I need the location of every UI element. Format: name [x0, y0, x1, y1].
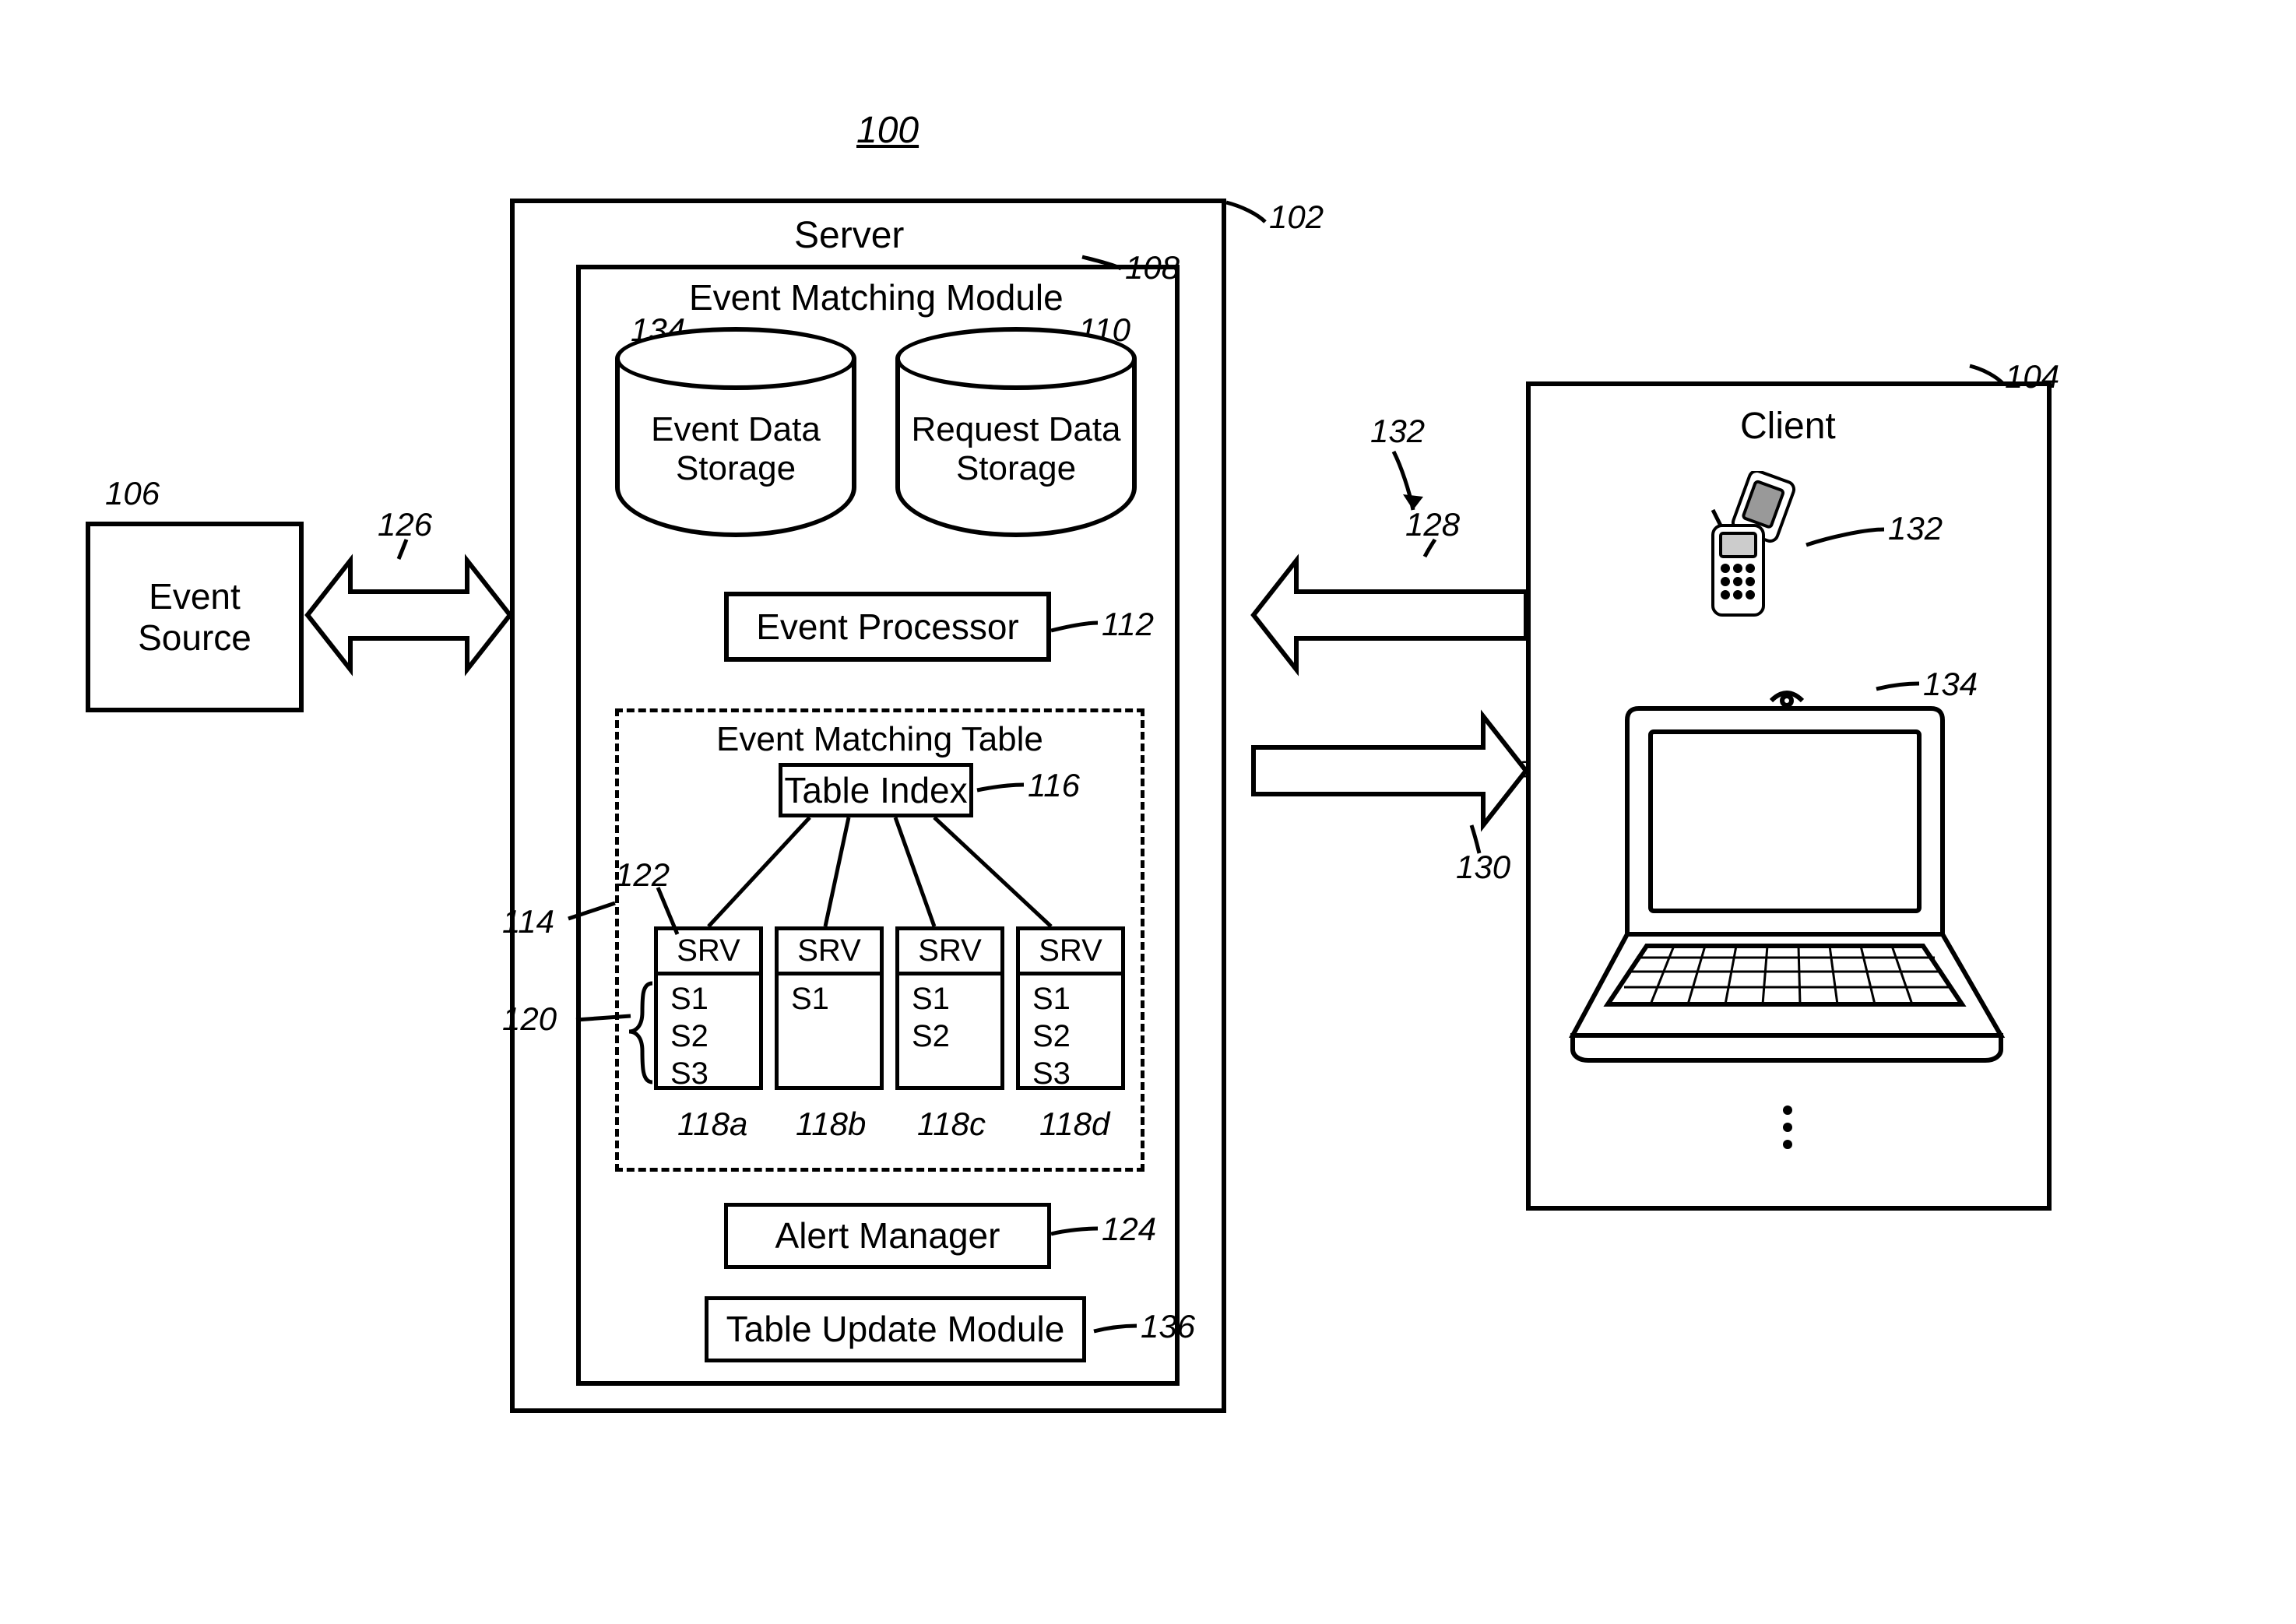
ref-112: 112	[1102, 606, 1154, 643]
ref-120: 120	[502, 1000, 557, 1038]
ref-118a: 118a	[677, 1106, 747, 1143]
emt-title: Event Matching Table	[716, 720, 1043, 759]
ref-116: 116	[1028, 767, 1080, 804]
srv-b-sub1: S1	[791, 980, 880, 1018]
ref-100: 100	[856, 109, 919, 152]
ellipsis-dots	[1783, 1098, 1792, 1157]
laptop-icon	[1565, 677, 2009, 1067]
srv-body-a: S1 S2 S3	[658, 975, 759, 1097]
srv-head-b: SRV	[779, 930, 880, 975]
srv-body-c: S1 S2	[899, 975, 1000, 1060]
srv-block-b: SRV S1	[775, 926, 884, 1090]
srv-block-a: SRV S1 S2 S3	[654, 926, 763, 1090]
ref-102-leader	[1226, 202, 1265, 222]
srv-d-sub1: S1	[1032, 980, 1121, 1018]
ref-laptop-134: 134	[1923, 666, 1978, 703]
ref-108: 108	[1125, 249, 1180, 286]
srv-a-sub1: S1	[670, 980, 759, 1018]
ref-102: 102	[1269, 199, 1324, 236]
ref-104: 104	[2005, 358, 2059, 395]
request-data-storage-cylinder: Request Data Storage	[895, 327, 1137, 537]
event-notification-label: Event Notification	[1269, 596, 1511, 631]
ref-124: 124	[1102, 1211, 1156, 1248]
table-index-label: Table Index	[784, 770, 967, 811]
server-title: Server	[794, 214, 904, 257]
srv-a-sub2: S2	[670, 1018, 759, 1055]
srv-d-sub3: S3	[1032, 1055, 1121, 1092]
event-source-label: Event Source	[138, 576, 251, 659]
diagram-canvas: 100 Event Source 106	[0, 0, 2296, 1624]
srv-a-sub3: S3	[670, 1055, 759, 1092]
event-data-storage-cylinder: Event Data Storage	[615, 327, 856, 537]
srv-body-b: S1	[779, 975, 880, 1022]
ref-132-callout-arrow	[1394, 452, 1423, 510]
ref-126: 126	[378, 506, 432, 543]
phone-icon	[1697, 471, 1798, 627]
ref-118b: 118b	[796, 1106, 866, 1143]
emm-title: Event Matching Module	[689, 276, 1064, 318]
ref-114: 114	[502, 903, 554, 940]
srv-body-d: S1 S2 S3	[1020, 975, 1121, 1097]
event-data-label: Event Data	[315, 596, 502, 633]
ref-130: 130	[1456, 849, 1510, 886]
alert-manager-label: Alert Manager	[775, 1215, 1000, 1257]
ref-132-callout: 132	[1370, 413, 1425, 450]
ref-122: 122	[615, 856, 670, 894]
ref-106: 106	[105, 475, 160, 512]
event-source-box: Event Source	[86, 522, 304, 712]
ref-phone-132: 132	[1888, 510, 1943, 547]
srv-head-d: SRV	[1020, 930, 1121, 975]
ref-104-leader	[1970, 366, 2002, 383]
table-index-box: Table Index	[779, 763, 973, 817]
srv-head-c: SRV	[899, 930, 1000, 975]
srv-d-sub2: S2	[1032, 1018, 1121, 1055]
srv-c-sub1: S1	[912, 980, 1000, 1018]
table-update-module-label: Table Update Module	[726, 1309, 1065, 1350]
ref-118d: 118d	[1039, 1106, 1109, 1143]
event-processor-label: Event Processor	[756, 606, 1018, 648]
event-data-storage-label: Event Data Storage	[651, 410, 821, 489]
srv-block-c: SRV S1 S2	[895, 926, 1004, 1090]
event-processor-box: Event Processor	[724, 592, 1051, 662]
srv-c-sub2: S2	[912, 1018, 1000, 1055]
table-update-module-box: Table Update Module	[705, 1296, 1086, 1362]
srv-block-d: SRV S1 S2 S3	[1016, 926, 1125, 1090]
ref-118c: 118c	[917, 1106, 986, 1143]
ref-128: 128	[1405, 506, 1460, 543]
subscriber-requests-label: Subscriber Requests	[1257, 751, 1532, 785]
client-title: Client	[1740, 405, 1836, 448]
request-data-storage-label: Request Data Storage	[911, 410, 1120, 489]
ref-136: 136	[1141, 1308, 1195, 1345]
srv-head-a: SRV	[658, 930, 759, 975]
alert-manager-box: Alert Manager	[724, 1203, 1051, 1269]
